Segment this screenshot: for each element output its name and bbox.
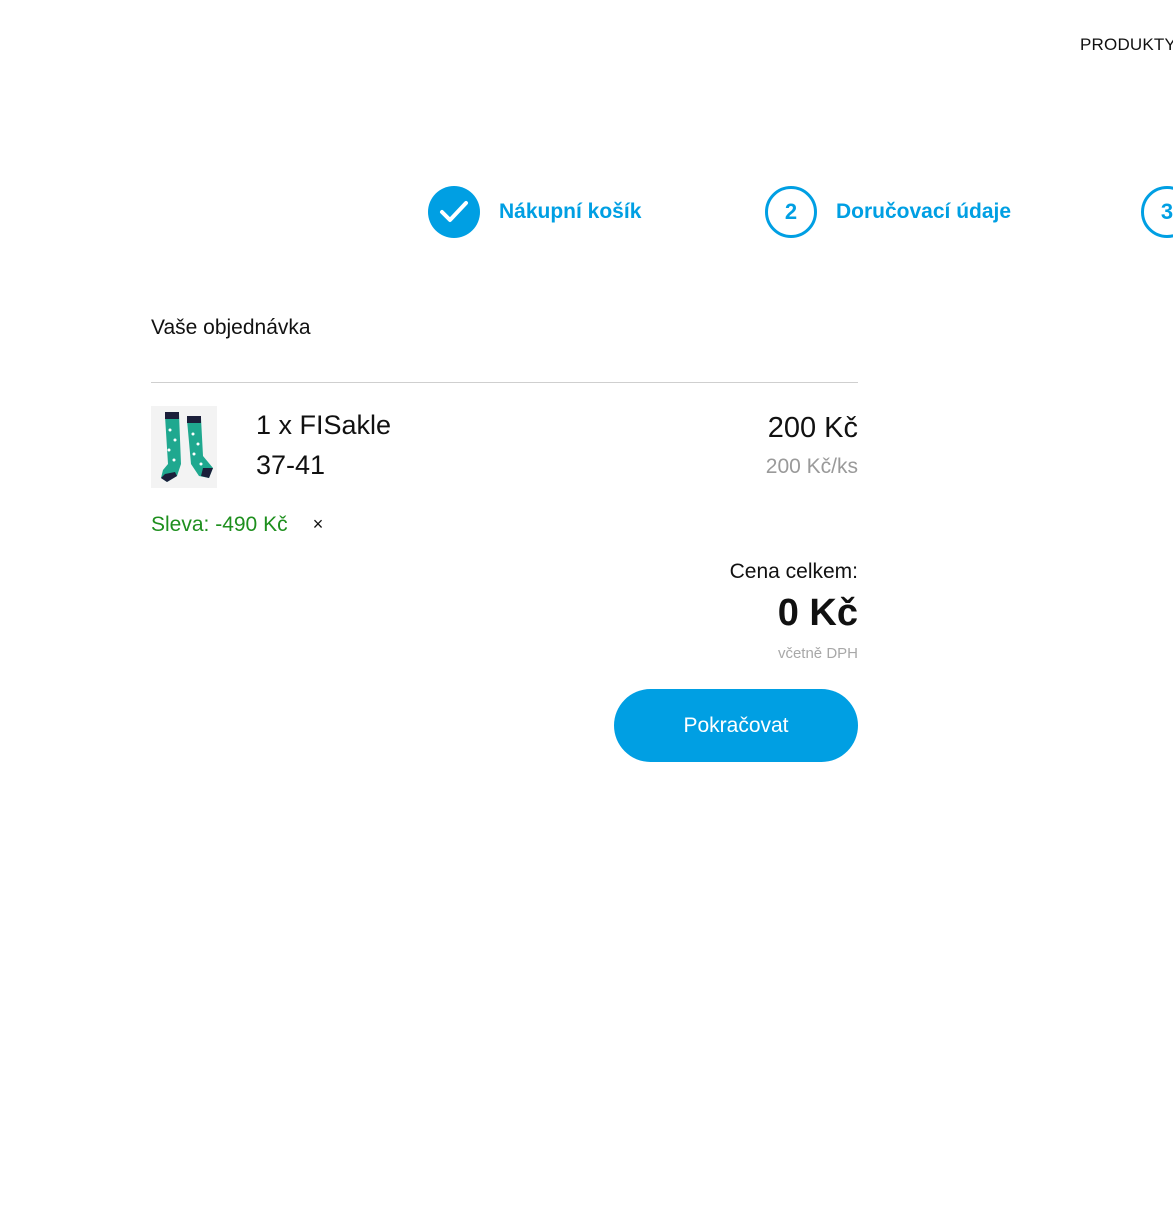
discount-label: Sleva: -490 Kč xyxy=(151,513,288,536)
product-variant: 37-41 xyxy=(256,450,326,480)
total-value: 0 Kč xyxy=(777,592,858,634)
check-icon xyxy=(428,186,480,238)
order-title: Vaše objednávka xyxy=(151,316,311,339)
socks-product-image xyxy=(151,406,217,488)
step-summary: 3 xyxy=(1141,186,1173,238)
step-delivery-label: Doručovací údaje xyxy=(836,200,1012,223)
step-cart-label: Nákupní košík xyxy=(499,200,642,223)
nav-link-products[interactable]: PRODUKTY xyxy=(1080,35,1173,55)
product-name: 1 x FISakle xyxy=(256,410,392,440)
step-delivery-number: 2 xyxy=(765,186,817,238)
product-price: 200 Kč xyxy=(767,412,858,444)
checkout-page: PRODUKTY Nákupní košík 2 Doručovací údaj… xyxy=(0,0,1173,1224)
step-delivery: 2 Doručovací údaje xyxy=(765,186,1011,238)
vat-note: včetně DPH xyxy=(777,645,858,662)
order-divider xyxy=(151,382,858,383)
step-cart: Nákupní košík xyxy=(428,186,641,238)
remove-discount-button[interactable]: × xyxy=(310,514,326,535)
step-summary-number: 3 xyxy=(1141,186,1173,238)
continue-button[interactable]: Pokračovat xyxy=(614,689,858,762)
total-label: Cena celkem: xyxy=(729,560,858,583)
product-unit-price: 200 Kč/ks xyxy=(765,455,858,478)
